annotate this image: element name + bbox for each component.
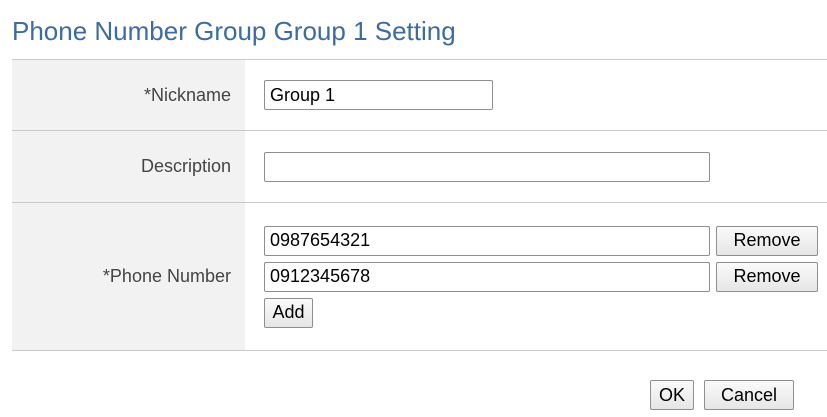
remove-phone-button-2[interactable]: Remove bbox=[716, 261, 818, 292]
page-title: Phone Number Group Group 1 Setting bbox=[12, 16, 456, 46]
phone-number-input-1[interactable] bbox=[264, 225, 710, 256]
settings-form: *Nickname Description *Phone Number Remo… bbox=[12, 59, 827, 351]
phone-number-row: *Phone Number Remove Remove Add bbox=[12, 203, 827, 351]
nickname-row: *Nickname bbox=[12, 60, 827, 131]
description-input[interactable] bbox=[264, 151, 710, 182]
nickname-input[interactable] bbox=[264, 80, 493, 110]
cancel-button[interactable]: Cancel bbox=[704, 380, 794, 410]
nickname-label: *Nickname bbox=[12, 60, 245, 130]
description-row: Description bbox=[12, 131, 827, 203]
remove-phone-button-1[interactable]: Remove bbox=[716, 225, 818, 256]
phone-number-label: *Phone Number bbox=[12, 203, 245, 350]
footer-actions: OK Cancel bbox=[650, 380, 794, 410]
add-phone-button[interactable]: Add bbox=[264, 297, 313, 328]
phone-number-entry: Remove bbox=[264, 261, 827, 292]
description-label: Description bbox=[12, 131, 245, 202]
phone-number-entry: Remove bbox=[264, 225, 827, 256]
phone-number-input-2[interactable] bbox=[264, 261, 710, 292]
ok-button[interactable]: OK bbox=[650, 380, 694, 410]
